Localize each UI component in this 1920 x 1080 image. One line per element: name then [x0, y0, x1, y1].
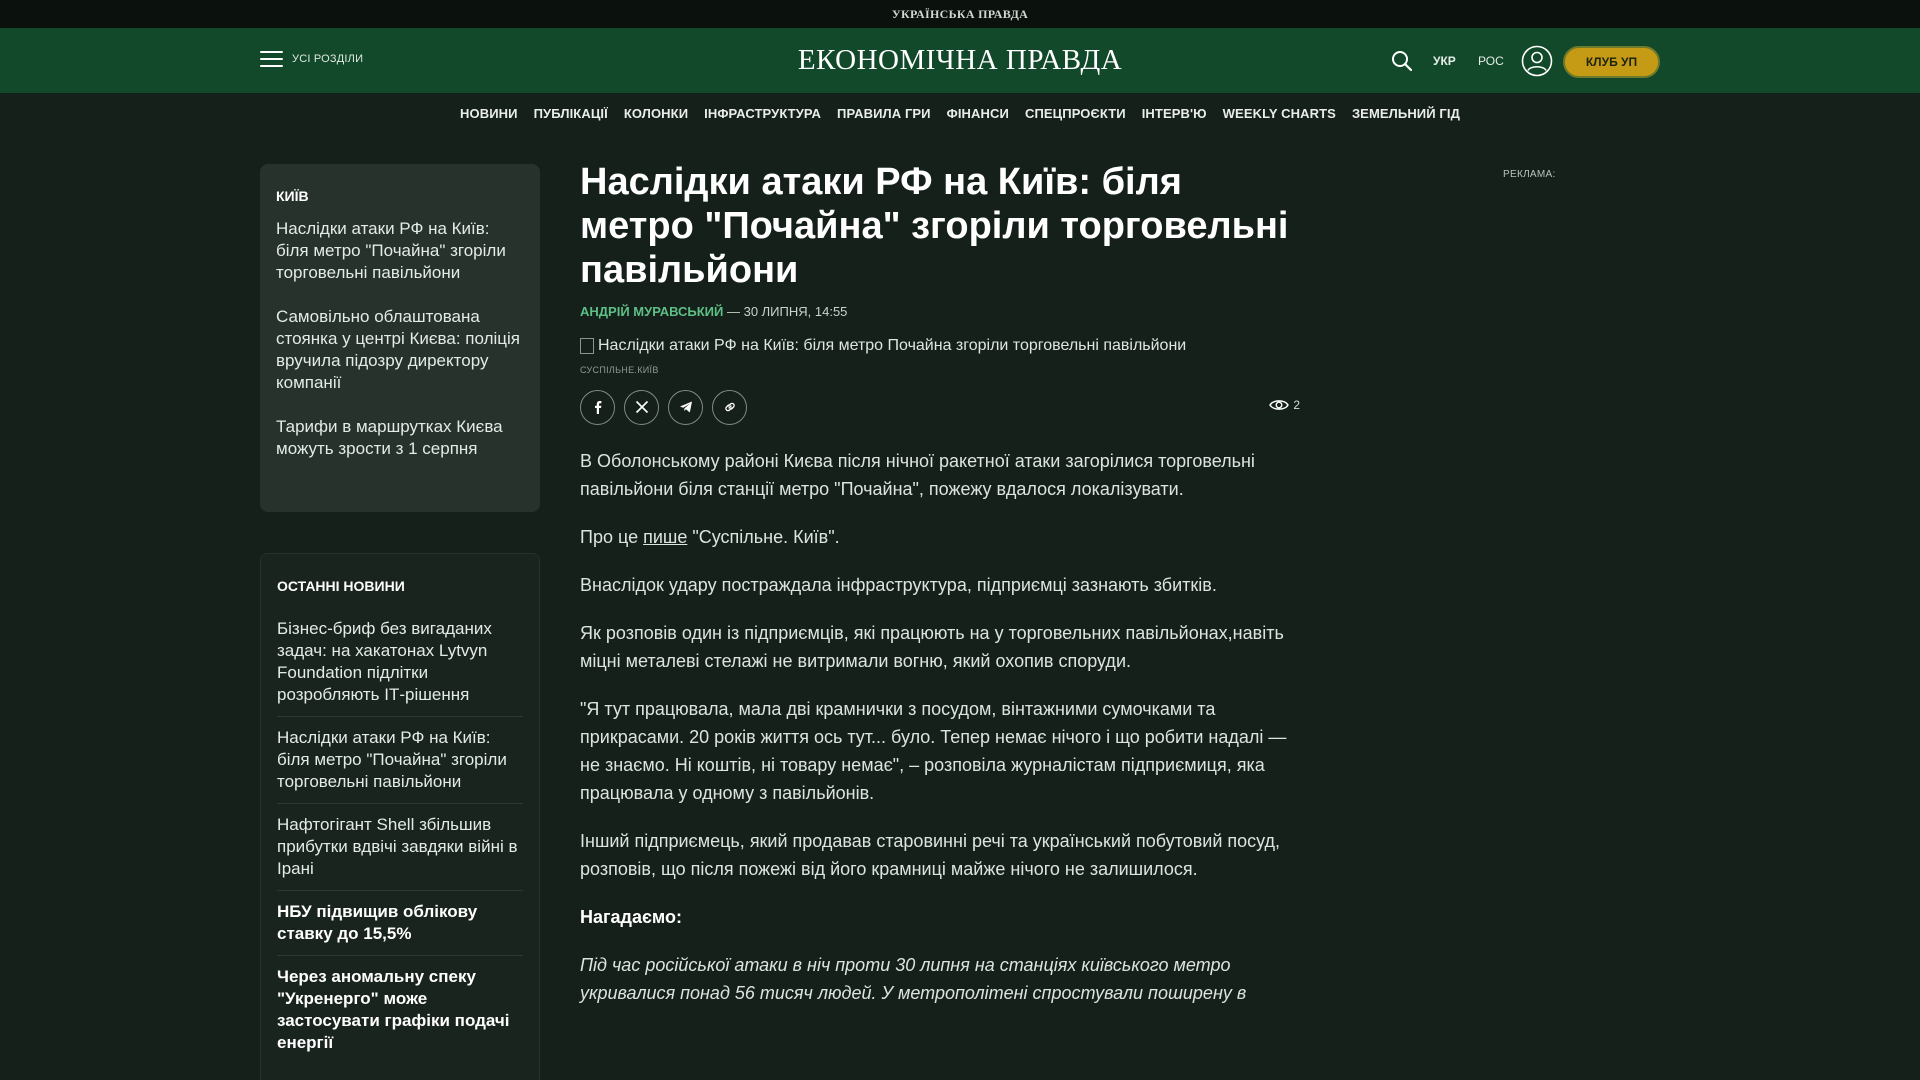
article-paragraph: Внаслідок удару постраждала інфраструкту… — [580, 575, 1217, 595]
nav-item-special-projects[interactable]: СПЕЦПРОЄКТИ — [1025, 106, 1126, 121]
share-row: 2 — [580, 389, 1300, 425]
article-paragraph: "Я тут працювала, мала дві крамнички з п… — [580, 699, 1287, 803]
main-nav: НОВИНИ ПУБЛІКАЦІЇ КОЛОНКИ ІНФРАСТРУКТУРА… — [0, 93, 1920, 133]
nav-item-columns[interactable]: КОЛОНКИ — [624, 106, 688, 121]
article-body: В Оболонському районі Києва після нічної… — [580, 447, 1300, 1007]
image-credit: СУСПІЛЬНЕ.КИЇВ — [580, 365, 659, 375]
article-paragraph: В Оболонському районі Києва після нічної… — [580, 451, 1255, 499]
share-x-button[interactable] — [624, 389, 659, 425]
kyiv-news-link[interactable]: Наслідки атаки РФ на Київ: біля метро "П… — [276, 218, 524, 284]
article-paragraph: Під час російської атаки в ніч проти 30 … — [580, 955, 1247, 1003]
kyiv-section-box: КИЇВ Наслідки атаки РФ на Київ: біля мет… — [260, 164, 540, 512]
reminder-heading: Нагадаємо: — [580, 907, 682, 927]
up-brand-link[interactable]: УКРАЇНСЬКА ПРАВДА — [0, 7, 1920, 22]
broken-image-icon — [580, 338, 594, 354]
latest-news-title: ОСТАННІ НОВИНИ — [277, 578, 405, 594]
latest-news-item[interactable]: Через аномальну спеку "Укренерго" може з… — [277, 956, 523, 1064]
link-icon — [724, 402, 735, 412]
article-image: Наслідки атаки РФ на Київ: біля метро По… — [580, 337, 1300, 355]
source-link[interactable]: пише — [643, 527, 687, 547]
telegram-icon — [679, 401, 692, 413]
share-telegram-button[interactable] — [668, 389, 703, 425]
nav-item-news[interactable]: НОВИНИ — [460, 106, 518, 121]
article-image-alt: Наслідки атаки РФ на Київ: біля метро По… — [598, 337, 1187, 354]
club-up-button[interactable]: КЛУБ УП — [1563, 46, 1660, 78]
article-paragraph: Як розповів один із підприємців, які пра… — [580, 623, 1284, 671]
nav-item-weekly-charts[interactable]: WEEKLY CHARTS — [1223, 106, 1336, 121]
article: Наслідки атаки РФ на Київ: біля метро "П… — [580, 160, 1300, 1007]
search-icon[interactable] — [1390, 49, 1414, 73]
nav-item-land-guide[interactable]: ЗЕМЕЛЬНИЙ ГІД — [1352, 106, 1460, 121]
share-facebook-button[interactable] — [580, 389, 615, 425]
nav-item-publications[interactable]: ПУБЛІКАЦІЇ — [534, 106, 608, 121]
nav-item-interview[interactable]: ІНТЕРВ'Ю — [1142, 106, 1207, 121]
latest-news-item[interactable]: НБУ підвищив облікову ставку до 15,5% — [277, 891, 523, 956]
user-icon[interactable] — [1521, 45, 1553, 77]
kyiv-section-title[interactable]: КИЇВ — [276, 188, 524, 204]
views-counter: 2 — [1269, 398, 1300, 412]
latest-news-item[interactable]: Наслідки атаки РФ на Київ: біля метро "П… — [277, 717, 523, 804]
article-byline: АНДРІЙ МУРАВСЬКИЙ — 30 ЛИПНЯ, 14:55 — [580, 304, 1300, 319]
author-link[interactable]: АНДРІЙ МУРАВСЬКИЙ — [580, 304, 723, 319]
article-date: — 30 ЛИПНЯ, 14:55 — [723, 304, 848, 319]
article-paragraph: Інший підприємець, який продавав старови… — [580, 831, 1281, 879]
kyiv-news-link[interactable]: Тарифи в маршрутках Києва можуть зрости … — [276, 416, 524, 460]
latest-news-item[interactable]: Нафтогігант Shell збільшив прибутки вдві… — [277, 804, 523, 891]
nav-item-rules[interactable]: ПРАВИЛА ГРИ — [837, 106, 931, 121]
views-count: 2 — [1293, 398, 1300, 412]
article-paragraph: Про це пише "Суспільне. Київ". — [580, 523, 1300, 551]
nav-item-infrastructure[interactable]: ІНФРАСТРУКТУРА — [704, 106, 821, 121]
copy-link-button[interactable] — [712, 389, 747, 425]
nav-item-finance[interactable]: ФІНАНСИ — [947, 106, 1009, 121]
lang-ros-link[interactable]: РОС — [1478, 54, 1504, 68]
paragraph-text: Про це — [580, 527, 644, 547]
top-strip: УКРАЇНСЬКА ПРАВДА — [0, 0, 1920, 28]
ad-label: РЕКЛАМА: — [1503, 169, 1556, 180]
latest-news-item[interactable]: Бізнес-бриф без вигаданих задач: на хака… — [277, 608, 523, 717]
x-icon — [635, 400, 648, 414]
facebook-icon — [594, 401, 601, 414]
kyiv-news-link[interactable]: Самовільно облаштована стоянка у центрі … — [276, 306, 524, 394]
article-headline: Наслідки атаки РФ на Київ: біля метро "П… — [580, 161, 1289, 291]
site-header: УСІ РОЗДІЛИ ЕКОНОМІЧНА ПРАВДА УКР РОС КЛ… — [0, 28, 1920, 93]
latest-news-box: ОСТАННІ НОВИНИ Бізнес-бриф без вигаданих… — [260, 553, 540, 1080]
lang-ukr-link[interactable]: УКР — [1433, 54, 1456, 68]
paragraph-text: "Суспільне. Київ". — [687, 527, 840, 547]
eye-icon — [1269, 400, 1290, 410]
